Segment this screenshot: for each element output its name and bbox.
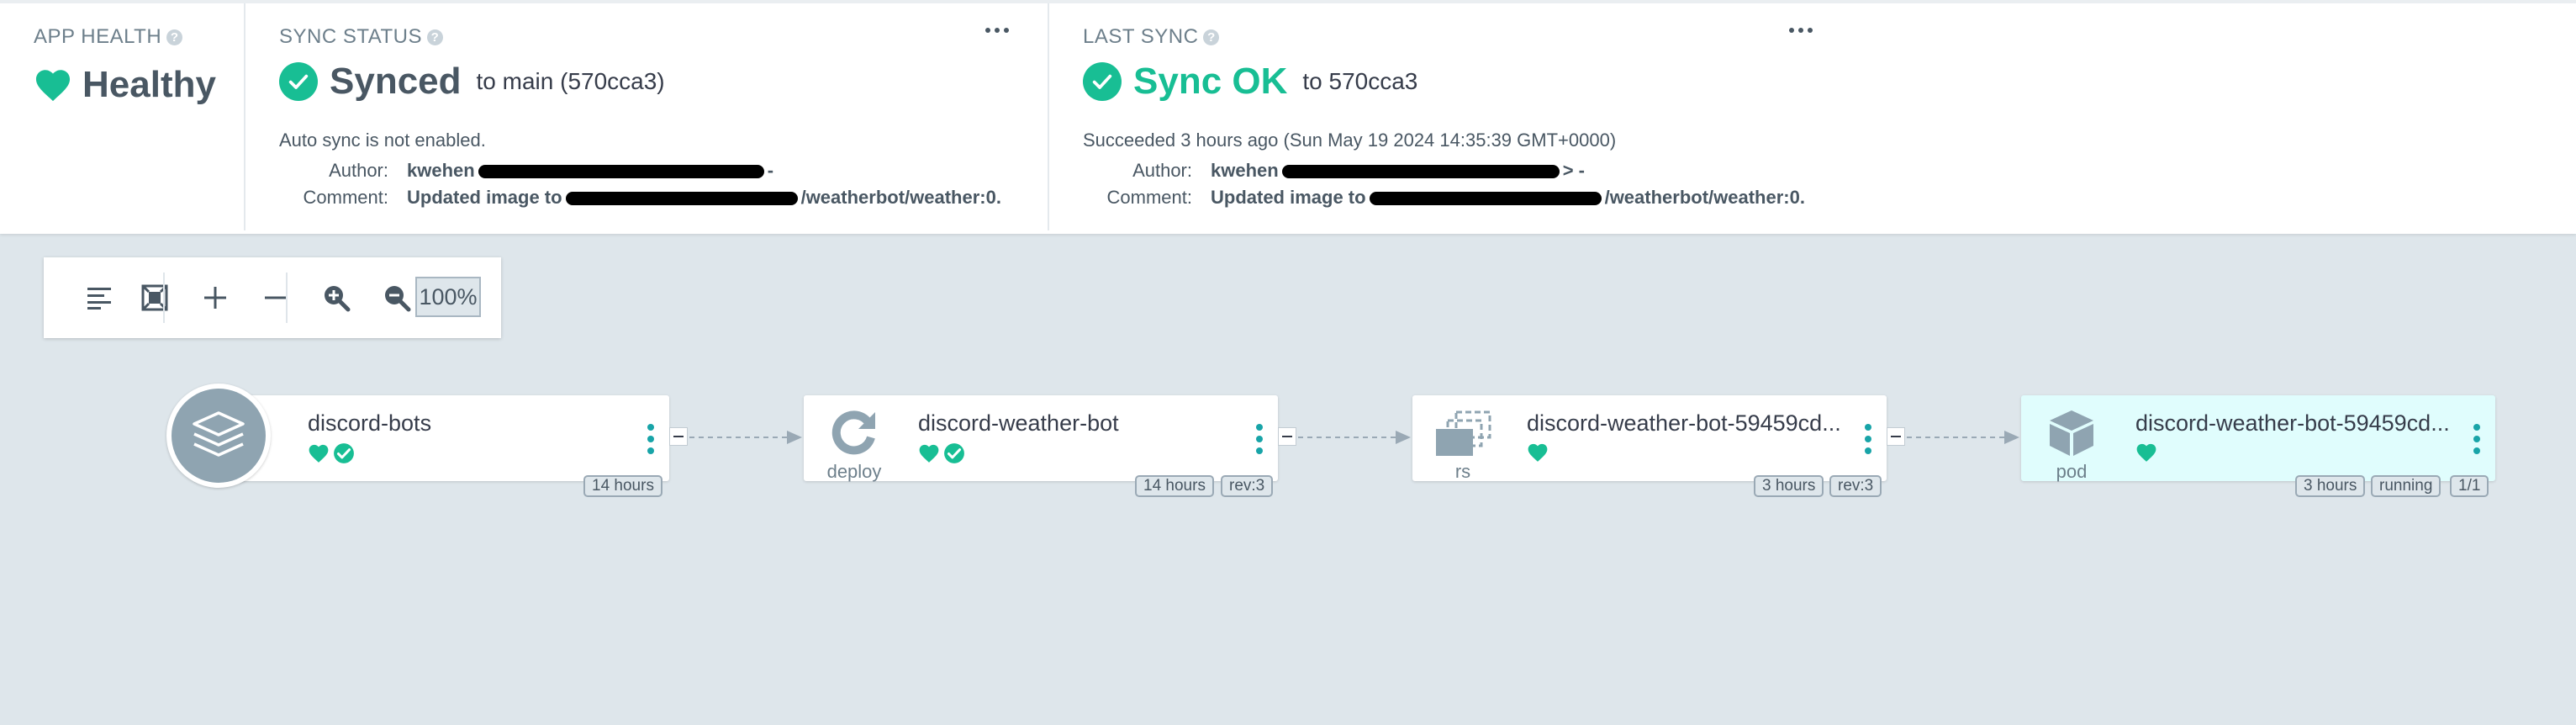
collapse-node-button[interactable] bbox=[1278, 427, 1296, 446]
node-status bbox=[308, 442, 355, 464]
node-menu-icon[interactable] bbox=[1256, 424, 1263, 454]
node-title: discord-weather-bot bbox=[918, 410, 1119, 436]
age-tag: 3 hours bbox=[2295, 475, 2366, 497]
pod-node[interactable]: pod discord-weather-bot-59459cd... bbox=[2021, 395, 2495, 482]
replicaset-icon bbox=[1429, 409, 1497, 459]
check-circle-icon bbox=[334, 443, 354, 463]
heart-icon bbox=[309, 444, 329, 463]
replicaset-node[interactable]: rs discord-weather-bot-59459cd... bbox=[1412, 395, 1887, 482]
node-kind: rs bbox=[1454, 461, 1471, 482]
node-menu-icon[interactable] bbox=[2473, 424, 2480, 454]
deploy-icon bbox=[821, 405, 888, 458]
collapse-node-button[interactable] bbox=[669, 427, 688, 446]
check-circle-icon bbox=[944, 443, 964, 463]
node-status bbox=[1527, 442, 1549, 463]
revision-tag: rev:3 bbox=[1829, 475, 1882, 497]
age-tag: 14 hours bbox=[583, 475, 662, 497]
ready-count-tag: 1/1 bbox=[2450, 475, 2489, 497]
node-kind: deploy bbox=[826, 461, 882, 482]
node-title: discord-weather-bot-59459cd... bbox=[1527, 410, 1841, 436]
age-tag: 3 hours bbox=[1754, 475, 1824, 497]
deploy-node[interactable]: deploy discord-weather-bot bbox=[804, 395, 1278, 482]
node-title: discord-weather-bot-59459cd... bbox=[2135, 410, 2450, 436]
node-status bbox=[918, 442, 965, 464]
revision-tag: rev:3 bbox=[1221, 475, 1274, 497]
heart-icon bbox=[1528, 443, 1548, 462]
application-icon bbox=[166, 384, 271, 488]
app-node[interactable]: discord-bots bbox=[219, 395, 669, 481]
graph-edges bbox=[689, 431, 2019, 444]
heart-icon bbox=[2136, 443, 2156, 462]
collapse-node-button[interactable] bbox=[1887, 427, 1905, 446]
age-tag: 14 hours bbox=[1135, 475, 1214, 497]
node-menu-icon[interactable] bbox=[1865, 424, 1871, 454]
node-kind: pod bbox=[2056, 461, 2088, 482]
node-menu-icon[interactable] bbox=[647, 424, 654, 454]
node-status bbox=[2135, 442, 2157, 463]
heart-icon bbox=[919, 444, 939, 463]
pod-status-tag: running bbox=[2371, 475, 2441, 497]
pod-icon bbox=[2038, 407, 2105, 459]
node-title: discord-bots bbox=[308, 410, 432, 436]
